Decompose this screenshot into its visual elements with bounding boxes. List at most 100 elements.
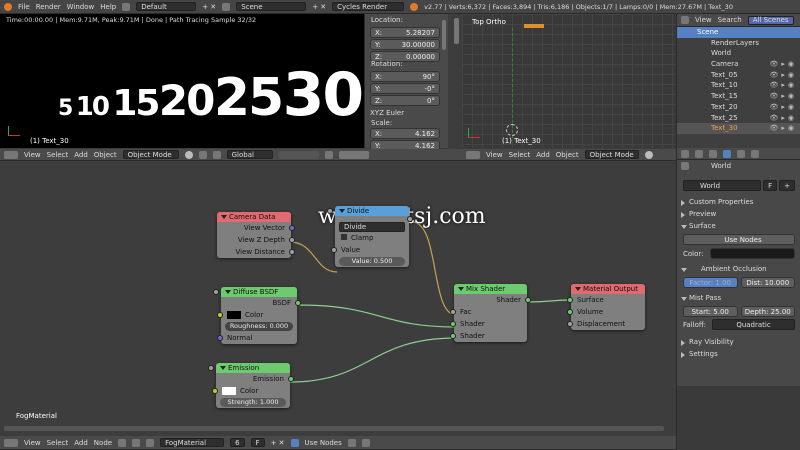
outliner-item-text15[interactable]: Text_15 👁▸◉ (677, 91, 800, 102)
layout-add-icon[interactable]: + ✕ (202, 3, 216, 11)
divide-header[interactable]: Divide (335, 206, 409, 216)
outliner-item-text25[interactable]: Text_25 👁▸◉ (677, 113, 800, 124)
menu-add-2[interactable]: Add (536, 151, 550, 159)
world-tab-icon[interactable] (723, 149, 731, 158)
menu-select-2[interactable]: Select (509, 151, 531, 159)
mist-start-field[interactable]: Start: 5.00 (683, 306, 738, 317)
selected-text-object[interactable] (524, 24, 544, 28)
node-editor-scrollbar[interactable] (4, 426, 664, 431)
outliner-menu-view[interactable]: View (695, 16, 712, 24)
location-y-field[interactable]: Y: 30.00000 (370, 39, 440, 50)
use-nodes-button[interactable]: Use Nodes (683, 234, 795, 245)
settings-section[interactable]: Settings (677, 348, 800, 360)
visibility-icons[interactable]: 👁▸◉ (769, 70, 797, 81)
ray-visibility-section[interactable]: Ray Visibility (677, 336, 800, 348)
visibility-icons[interactable]: 👁▸◉ (769, 59, 797, 70)
menu-select[interactable]: Select (47, 151, 69, 159)
mist-pass-section[interactable]: Mist Pass (677, 292, 800, 304)
material-tab-icon[interactable] (751, 149, 759, 158)
node-editor[interactable]: www.cgtsj.com Camera Data View Vector Vi… (0, 162, 676, 436)
menu-view[interactable]: View (24, 151, 41, 159)
divide-operation-select[interactable]: Divide (339, 222, 405, 232)
ambient-occlusion-section[interactable]: Ambient Occlusion (677, 263, 800, 275)
snap-node-icon[interactable] (361, 438, 370, 447)
rotation-mode-select[interactable]: XYZ Euler (370, 108, 442, 118)
surface-section[interactable]: Surface (677, 220, 800, 232)
visibility-icons[interactable]: 👁▸◉ (769, 113, 797, 124)
shader-type-icon[interactable] (118, 438, 127, 447)
preview-section[interactable]: Preview (677, 208, 800, 220)
material-new-icon[interactable]: + ✕ (271, 439, 285, 447)
custom-properties-section[interactable]: Custom Properties (677, 196, 800, 208)
scene-tab-icon[interactable] (709, 149, 717, 158)
falloff-select[interactable]: Quadratic (712, 319, 795, 330)
use-nodes-checkbox[interactable] (290, 438, 299, 447)
clamp-checkbox[interactable]: Clamp (335, 232, 409, 244)
orientation-select[interactable]: Global (226, 150, 273, 159)
editor-type-icon-2[interactable] (466, 150, 480, 159)
rotation-x-field[interactable]: X: 90° (370, 71, 440, 82)
material-name-field[interactable]: FogMaterial (160, 438, 225, 447)
menu-object[interactable]: Object (94, 151, 117, 159)
outliner-item-world[interactable]: World (677, 48, 800, 59)
emission-node[interactable]: Emission Emission Color Strength: 1.000 (208, 363, 294, 408)
diffuse-color-input[interactable]: Color (217, 309, 297, 321)
render-tab-icon[interactable] (695, 149, 703, 158)
outliner-item-text05[interactable]: Text_05 👁▸◉ (677, 70, 800, 81)
object-shader-icon[interactable] (132, 438, 141, 447)
rotation-z-field[interactable]: Z: 0° (370, 95, 440, 106)
diffuse-bsdf-node[interactable]: Diffuse BSDF BSDF Color Roughness: 0.000… (213, 287, 301, 344)
diffuse-bsdf-header[interactable]: Diffuse BSDF (221, 287, 297, 297)
material-fake-user[interactable]: F (250, 438, 265, 447)
menu-window[interactable]: Window (67, 3, 95, 11)
menu-file[interactable]: File (18, 3, 30, 11)
visibility-icons[interactable]: 👁▸◉ (769, 123, 797, 134)
scene-select[interactable]: Scene (236, 2, 307, 11)
layout-select[interactable]: Default (136, 2, 197, 11)
menu-object-2[interactable]: Object (556, 151, 579, 159)
divide-node[interactable]: Divide Divide Clamp Value Value: 0.500 (327, 206, 413, 267)
material-slot-icon[interactable] (146, 438, 155, 447)
camera-data-node[interactable]: Camera Data View Vector View Z Depth Vie… (217, 212, 295, 258)
emission-header[interactable]: Emission (216, 363, 290, 373)
blender-logo-icon[interactable] (4, 2, 12, 11)
emission-color-input[interactable]: Color (212, 385, 290, 397)
camera-object[interactable] (506, 124, 518, 136)
location-x-field[interactable]: X: 5.28207 (370, 27, 440, 38)
outliner-item-text30[interactable]: Text_30 👁▸◉ (677, 123, 800, 134)
outliner-menu-search[interactable]: Search (718, 16, 742, 24)
mode-select-2[interactable]: Object Mode (584, 150, 639, 159)
material-output-header[interactable]: Material Output (571, 284, 645, 294)
menu-render[interactable]: Render (36, 3, 61, 11)
scale-x-field[interactable]: X: 4.162 (370, 128, 440, 139)
pivot-icon[interactable] (198, 150, 207, 159)
outliner-item-text10[interactable]: Text_10 👁▸◉ (677, 80, 800, 91)
mode-select[interactable]: Object Mode (122, 150, 179, 159)
render-preview[interactable]: Time:00:00.00 | Mem:9.71M, Peak:9.71M | … (0, 14, 364, 148)
render-engine-select[interactable]: Cycles Render (332, 2, 405, 11)
render-icon[interactable] (338, 150, 369, 159)
shading-icon[interactable] (184, 150, 193, 159)
object-tab-icon[interactable] (737, 149, 745, 158)
viewport-scrollbar[interactable] (454, 18, 459, 44)
properties-editor-icon[interactable] (681, 149, 689, 158)
node-menu-add[interactable]: Add (74, 439, 88, 447)
visibility-icons[interactable]: 👁▸◉ (769, 102, 797, 113)
strength-field[interactable]: Strength: 1.000 (208, 365, 286, 407)
backdrop-icon[interactable] (347, 438, 356, 447)
material-users-count[interactable]: 6 (230, 438, 245, 447)
camera-data-header[interactable]: Camera Data (217, 212, 291, 222)
roughness-field[interactable]: Roughness: 0.000 (213, 289, 293, 331)
mix-shader-node[interactable]: Mix Shader Shader Fac Shader Shader (450, 284, 531, 342)
snap-icon[interactable] (324, 150, 333, 159)
menu-help[interactable]: Help (100, 3, 116, 11)
fake-user-button[interactable]: F (763, 180, 778, 191)
outliner-editor-icon[interactable] (681, 16, 689, 24)
editor-type-icon[interactable] (4, 150, 18, 159)
divide-value-field[interactable]: Value: 0.500 (327, 208, 405, 266)
world-color-swatch[interactable] (709, 248, 795, 259)
node-menu-view[interactable]: View (24, 439, 41, 447)
outliner-item-renderlayers[interactable]: RenderLayers (677, 38, 800, 49)
manipulator-icon[interactable] (212, 150, 221, 159)
rotation-y-field[interactable]: Y: -0° (370, 83, 440, 94)
